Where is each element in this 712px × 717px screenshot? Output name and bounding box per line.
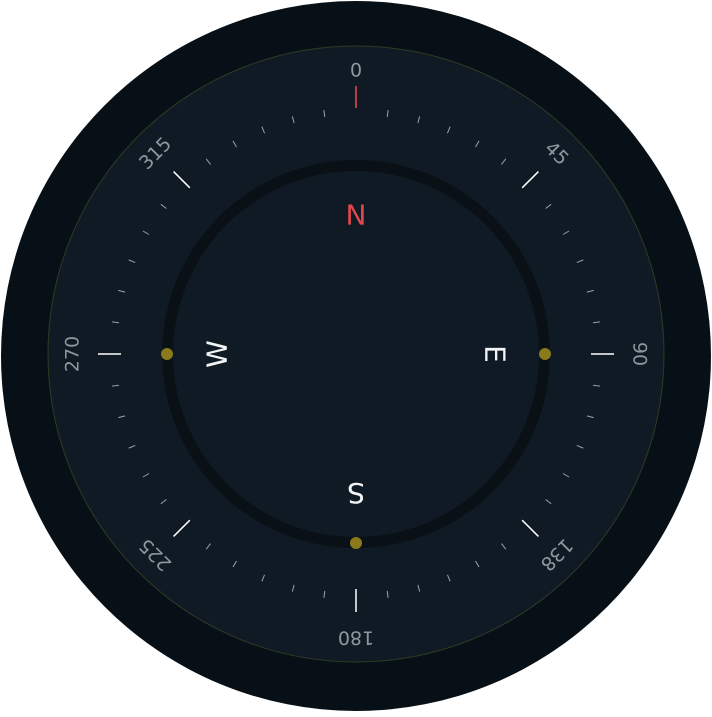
bearing-marker-dot xyxy=(350,537,362,549)
degree-label: 90 xyxy=(629,342,651,366)
cardinal-s: S xyxy=(347,477,365,510)
cardinal-w: W xyxy=(201,340,234,368)
bearing-marker-dot xyxy=(539,348,551,360)
compass-widget: 0 45 90 138 180 225 270 315 NESW xyxy=(0,0,712,712)
degree-label: 180 xyxy=(338,627,374,649)
bearing-marker-dot xyxy=(161,348,173,360)
compass-dial: 04590138180225270315 NESW xyxy=(1,1,711,711)
cardinal-n: N xyxy=(346,199,367,232)
degree-label: 0 xyxy=(350,60,362,82)
cardinal-e: E xyxy=(479,345,512,363)
degree-label: 270 xyxy=(62,336,84,372)
